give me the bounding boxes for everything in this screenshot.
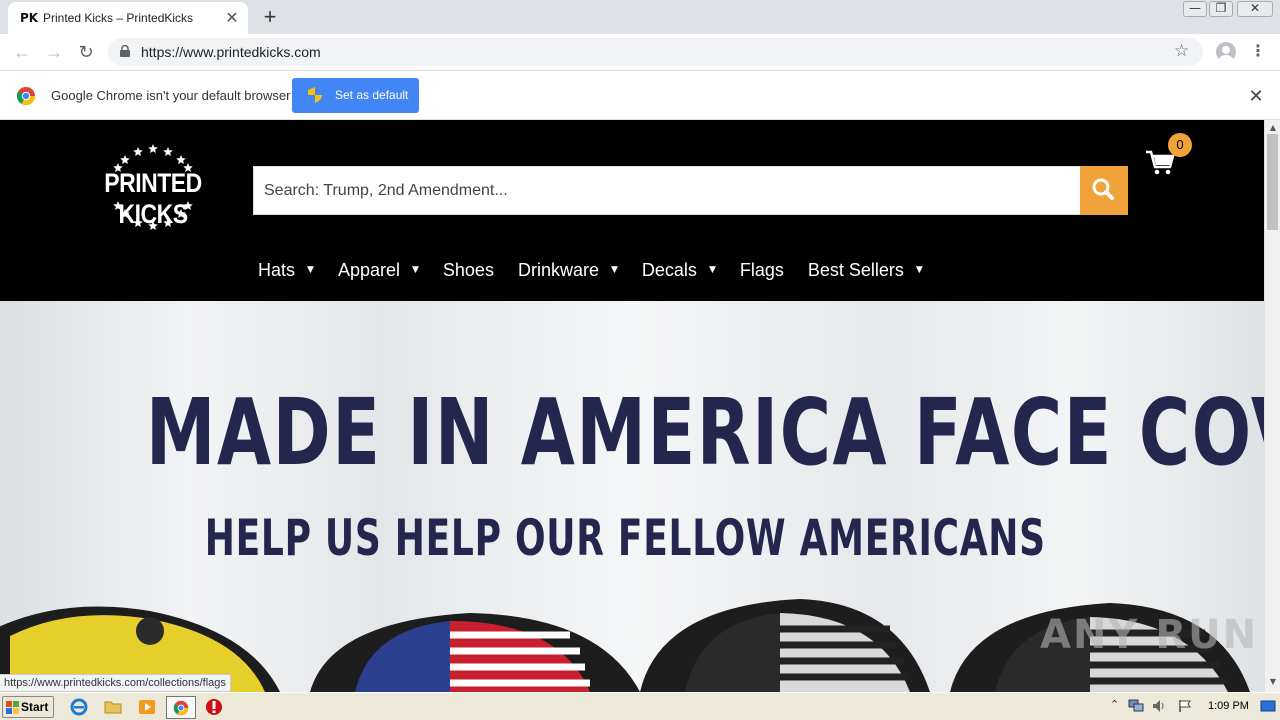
nav-item-hats[interactable]: Hats ▼ <box>258 258 314 282</box>
infobar-close-icon[interactable]: ✕ <box>1246 86 1266 107</box>
system-tray: ⌃ <box>1104 696 1280 718</box>
star-icon[interactable]: ☆ <box>1174 41 1189 61</box>
close-icon: ✕ <box>1249 1 1261 15</box>
network-icon[interactable] <box>1128 699 1144 713</box>
nav-item-label: Drinkware <box>517 259 599 280</box>
media-player-icon[interactable] <box>138 698 156 716</box>
cart-count-badge[interactable]: 0 <box>1168 133 1192 157</box>
caret-down-icon: ▼ <box>411 265 419 275</box>
browser-toolbar: ← → ↻ https://www.printedkicks.com <box>0 34 1280 71</box>
nav-item-shoes[interactable]: Shoes <box>443 258 494 282</box>
restore-button[interactable]: ❐ <box>1209 1 1233 17</box>
lock-icon <box>120 45 130 57</box>
search-input[interactable] <box>254 167 1080 214</box>
start-label: Start <box>21 700 49 714</box>
nav-item-label: Apparel <box>337 259 400 280</box>
default-browser-infobar: Google Chrome isn't your default browser… <box>0 72 1280 120</box>
ie-icon[interactable] <box>70 698 88 716</box>
new-tab-button[interactable]: + <box>258 4 282 30</box>
hero-headline: MADE IN AMERICA FACE COVERS <box>145 379 1264 486</box>
opera-icon[interactable] <box>205 698 223 716</box>
tab-close-icon[interactable]: ✕ <box>222 8 242 28</box>
search-bar <box>253 166 1128 215</box>
volume-icon[interactable] <box>1152 699 1166 713</box>
url-text: https://www.printedkicks.com <box>141 44 321 60</box>
infobar-message: Google Chrome isn't your default browser <box>51 88 291 103</box>
windows-taskbar: Start ⌃ 1:09 PM <box>0 692 1280 720</box>
start-button[interactable]: Start <box>2 696 54 718</box>
page-scrollbar[interactable]: ▲ ▼ <box>1264 120 1280 692</box>
site-header: PRINTED KICKS Hats ▼ Apparel ▼ Shoes Drinkwar… <box>0 120 1264 301</box>
set-default-label: Set as default <box>335 88 409 102</box>
site-logo[interactable]: PRINTED KICKS <box>80 142 226 234</box>
nav-item-label: Flags <box>739 259 784 280</box>
caret-down-icon: ▼ <box>708 265 716 275</box>
chrome-icon <box>16 87 35 106</box>
action-center-flag-icon[interactable] <box>1178 699 1192 713</box>
reload-button[interactable]: ↻ <box>74 40 98 64</box>
browser-tab[interactable]: PK Printed Kicks – PrintedKicks ✕ <box>8 2 248 34</box>
chrome-icon <box>173 700 189 716</box>
forward-button[interactable]: → <box>42 40 66 64</box>
tab-strip: PK Printed Kicks – PrintedKicks ✕ + — ❐ … <box>0 0 1280 34</box>
logo-star-icon <box>176 155 186 165</box>
watermark: ANY RUN <box>1040 612 1259 658</box>
nav-item-label: Shoes <box>442 259 494 280</box>
restore-icon: ❐ <box>1215 1 1227 15</box>
caret-down-icon: ▼ <box>307 265 314 275</box>
nav-item-label: Hats <box>258 259 296 280</box>
nav-item-flags[interactable]: Flags <box>740 258 784 282</box>
close-window-button[interactable]: ✕ <box>1237 1 1273 17</box>
back-button[interactable]: ← <box>10 40 34 64</box>
shield-icon <box>308 87 322 103</box>
address-bar[interactable]: https://www.printedkicks.com <box>108 38 1203 66</box>
main-nav: Hats ▼ Apparel ▼ Shoes Drinkware ▼ Decals ▼ Flags… <box>258 258 947 282</box>
tab-favicon: PK <box>20 11 39 25</box>
menu-icon[interactable]: ⋮ <box>1250 41 1266 61</box>
tray-expand-icon[interactable]: ⌃ <box>1110 698 1119 711</box>
nav-item-decals[interactable]: Decals ▼ <box>642 258 716 282</box>
caret-down-icon: ▼ <box>610 265 618 275</box>
folder-icon[interactable] <box>104 698 122 716</box>
logo-star-icon <box>120 155 130 165</box>
nav-item-apparel[interactable]: Apparel ▼ <box>338 258 419 282</box>
set-default-button[interactable]: Set as default <box>292 78 419 113</box>
nav-item-drinkware[interactable]: Drinkware ▼ <box>518 258 618 282</box>
tab-title: Printed Kicks – PrintedKicks <box>43 11 194 25</box>
search-icon <box>1092 178 1114 200</box>
caret-down-icon: ▼ <box>915 265 923 275</box>
taskbar-clock: 1:09 PM <box>1208 700 1249 712</box>
minimize-icon: — <box>1189 1 1201 15</box>
profile-icon[interactable] <box>1216 42 1236 62</box>
nav-item-label: Best Sellers <box>807 259 904 280</box>
chrome-taskbar-button[interactable] <box>166 696 196 719</box>
minimize-button[interactable]: — <box>1183 1 1207 17</box>
scroll-thumb[interactable] <box>1267 134 1278 230</box>
search-button[interactable] <box>1080 166 1128 215</box>
logo-star-icon <box>163 147 173 157</box>
windows-flag-icon <box>6 701 19 714</box>
logo-star-icon <box>148 144 158 154</box>
scroll-up-icon[interactable]: ▲ <box>1265 123 1280 132</box>
nav-item-best-sellers[interactable]: Best Sellers ▼ <box>808 258 923 282</box>
nav-item-label: Decals <box>641 259 697 280</box>
show-desktop-icon[interactable] <box>1260 700 1276 712</box>
status-link-preview: https://www.printedkicks.com/collections… <box>0 674 231 692</box>
hero-subheadline: HELP US HELP OUR FELLOW AMERICANS <box>204 509 1046 567</box>
logo-star-icon <box>133 147 143 157</box>
scroll-down-icon[interactable]: ▼ <box>1265 677 1280 686</box>
logo-text: PRINTED KICKS <box>104 167 202 229</box>
